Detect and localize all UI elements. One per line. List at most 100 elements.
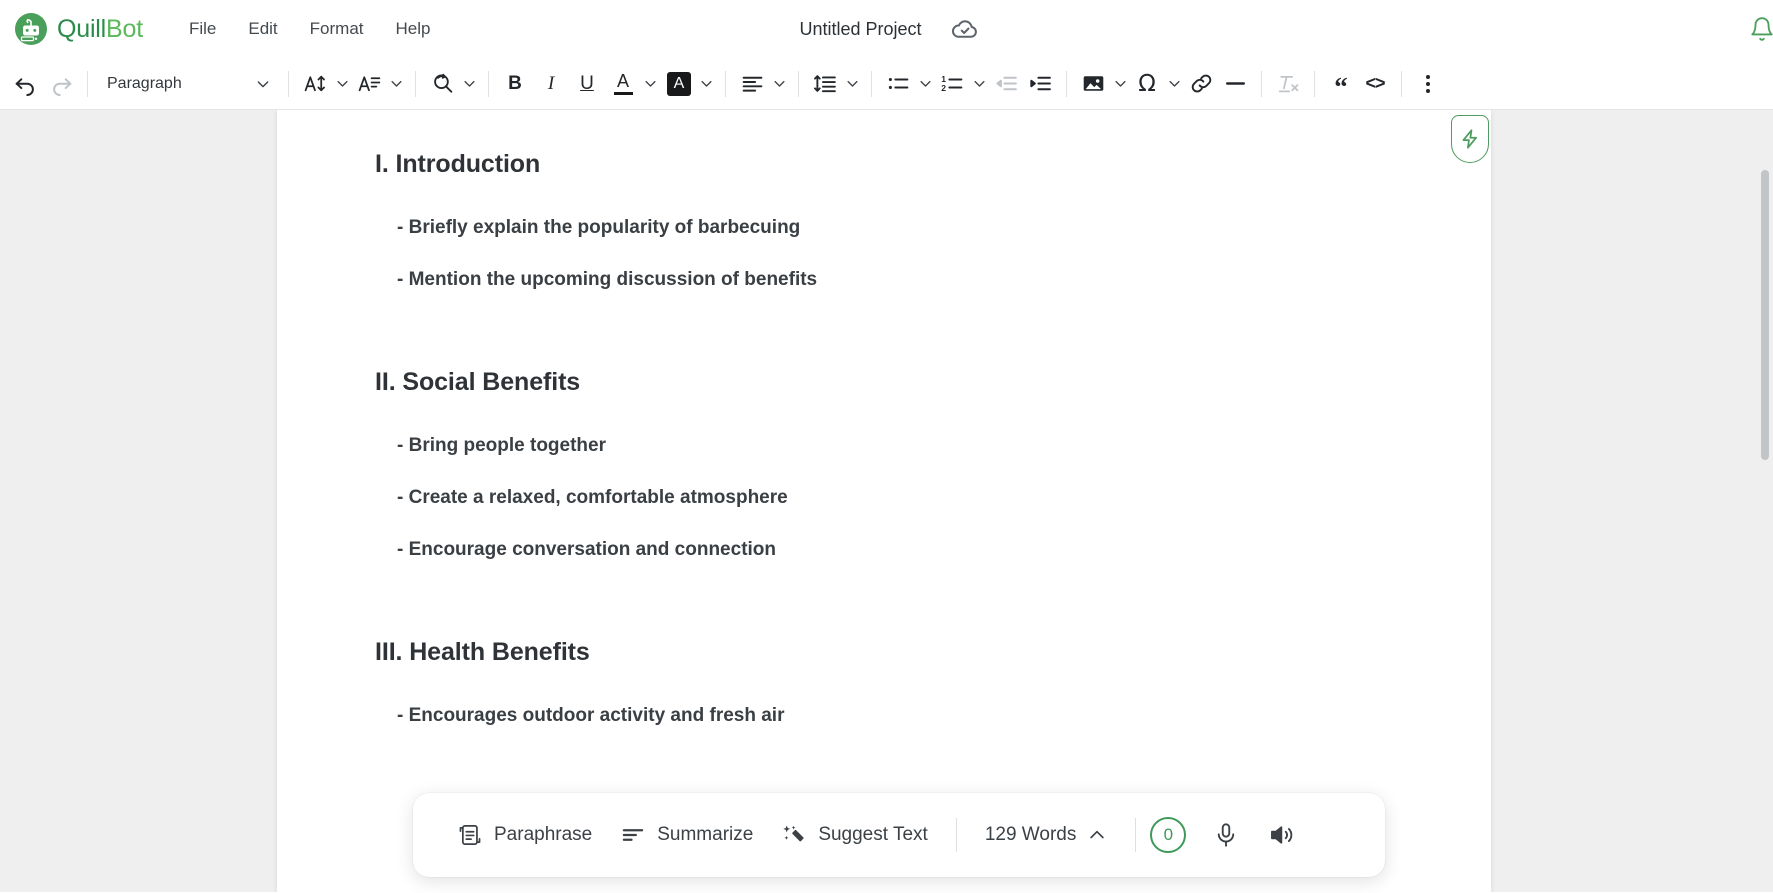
section-heading: I. Introduction	[375, 150, 541, 178]
text-format-group: B I U A A	[498, 67, 716, 101]
section-bullet: - Create a relaxed, comfortable atmosphe…	[397, 487, 788, 508]
paragraph-format-icon[interactable]	[352, 67, 386, 101]
redo-icon[interactable]	[44, 67, 78, 101]
section-bullet: - Bring people together	[397, 435, 606, 456]
paragraph-format-control[interactable]	[352, 67, 406, 101]
color-swatch	[613, 92, 633, 95]
toolbar-divider	[288, 70, 289, 97]
highlight-label: A	[667, 71, 691, 96]
undo-icon[interactable]	[8, 67, 42, 101]
special-character-control[interactable]: Ω	[1130, 67, 1184, 101]
indent-icon[interactable]	[1023, 67, 1057, 101]
line-spacing-icon[interactable]	[808, 67, 842, 101]
assistant-floating-toolbar: Paraphrase Summarize Suggest Text 129 Wo…	[413, 793, 1385, 877]
chevron-down-icon[interactable]	[386, 67, 406, 101]
microphone-icon[interactable]	[1204, 813, 1248, 857]
quillbot-robot-logo-icon	[14, 12, 48, 46]
chevron-down-icon[interactable]	[969, 67, 989, 101]
workspace-left-gutter	[0, 110, 277, 892]
lightning-bolt-icon	[1459, 126, 1481, 152]
horizontal-rule-icon[interactable]	[1218, 67, 1252, 101]
chevron-down-icon[interactable]	[915, 67, 935, 101]
bulleted-list-control[interactable]	[881, 67, 935, 101]
align-left-icon[interactable]	[735, 67, 769, 101]
chevron-down-icon[interactable]	[696, 67, 716, 101]
suggestion-count-badge[interactable]: 0	[1150, 817, 1187, 853]
bold-button[interactable]: B	[498, 67, 532, 101]
menu-item-edit[interactable]: Edit	[232, 13, 293, 45]
chevron-down-icon[interactable]	[769, 67, 789, 101]
numbered-list-control[interactable]: 1 2	[935, 67, 989, 101]
blockquote-icon[interactable]: “	[1324, 67, 1358, 101]
section-heading: III. Health Benefits	[375, 638, 590, 666]
chevron-down-icon[interactable]	[459, 67, 479, 101]
numbered-list-icon[interactable]: 1 2	[935, 67, 969, 101]
speaker-icon[interactable]	[1260, 813, 1304, 857]
code-block-icon[interactable]: <>	[1358, 67, 1392, 101]
text-color-control[interactable]: A	[606, 67, 660, 101]
text-color-label: A	[616, 71, 629, 92]
paraphrase-button[interactable]: Paraphrase	[443, 814, 606, 856]
toolbar-divider	[798, 70, 799, 97]
italic-button[interactable]: I	[534, 67, 568, 101]
chevron-down-icon[interactable]	[332, 67, 352, 101]
chevron-down-icon	[255, 76, 271, 92]
highlight-icon[interactable]: A	[662, 67, 696, 101]
omega-icon[interactable]: Ω	[1130, 67, 1164, 101]
section-bullet: - Briefly explain the popularity of barb…	[397, 217, 801, 238]
chevron-down-icon[interactable]	[1110, 67, 1130, 101]
insert-image-control[interactable]	[1076, 67, 1130, 101]
outdent-icon[interactable]	[989, 67, 1023, 101]
spell-check-icon[interactable]	[425, 67, 459, 101]
svg-text:2: 2	[941, 83, 946, 93]
spell-check-control[interactable]	[425, 67, 479, 101]
history-group	[8, 67, 78, 101]
bell-icon[interactable]	[1745, 12, 1773, 46]
summarize-button[interactable]: Summarize	[606, 814, 767, 856]
premium-lightning-tab[interactable]	[1451, 115, 1489, 163]
vertical-scrollbar[interactable]	[1759, 110, 1771, 892]
cloud-check-icon[interactable]	[950, 14, 980, 44]
chevron-down-icon[interactable]	[640, 67, 660, 101]
document-title[interactable]: Untitled Project	[793, 16, 927, 43]
menu-item-help[interactable]: Help	[380, 13, 447, 45]
paragraph-style-select[interactable]: Paragraph	[97, 66, 279, 102]
link-icon[interactable]	[1184, 67, 1218, 101]
kebab-menu-icon[interactable]	[1411, 67, 1445, 101]
bulleted-list-icon[interactable]	[881, 67, 915, 101]
toolbar-divider	[415, 70, 416, 97]
clear-formatting-icon[interactable]	[1271, 67, 1305, 101]
main-menu: File Edit Format Help	[173, 13, 447, 45]
section-bullet: - Mention the upcoming discussion of ben…	[397, 269, 818, 290]
summarize-icon	[620, 822, 646, 848]
underline-button[interactable]: U	[570, 67, 604, 101]
word-count-button[interactable]: 129 Words	[971, 816, 1122, 854]
document-page[interactable]: I. Introduction - Briefly explain the po…	[277, 110, 1491, 892]
text-color-icon[interactable]: A	[606, 67, 640, 101]
toolbar-divider	[1314, 70, 1315, 97]
alignment-control[interactable]	[735, 67, 789, 101]
suggest-text-button[interactable]: Suggest Text	[767, 814, 942, 856]
line-spacing-control[interactable]	[808, 67, 862, 101]
font-size-control[interactable]	[298, 67, 352, 101]
brand-logo[interactable]: QuillBot	[14, 12, 143, 46]
highlight-color-control[interactable]: A	[662, 67, 716, 101]
scrollbar-thumb[interactable]	[1761, 170, 1769, 460]
toolbar-divider	[87, 70, 88, 97]
document-body[interactable]: I. Introduction - Briefly explain the po…	[375, 150, 1421, 727]
toolbar-divider	[488, 70, 489, 97]
brand-wordmark-second: Bot	[106, 14, 143, 43]
floating-divider	[955, 818, 957, 852]
paraphrase-icon	[457, 822, 483, 848]
menu-item-format[interactable]: Format	[294, 13, 380, 45]
editor-toolbar: Paragraph B I U A A 1 2 Ω “ <>	[0, 58, 1773, 110]
floating-divider	[1135, 818, 1137, 852]
image-icon[interactable]	[1076, 67, 1110, 101]
chevron-down-icon[interactable]	[1164, 67, 1184, 101]
chevron-down-icon[interactable]	[842, 67, 862, 101]
code-label: <>	[1365, 73, 1385, 93]
menu-item-file[interactable]: File	[173, 13, 232, 45]
font-size-icon[interactable]	[298, 67, 332, 101]
